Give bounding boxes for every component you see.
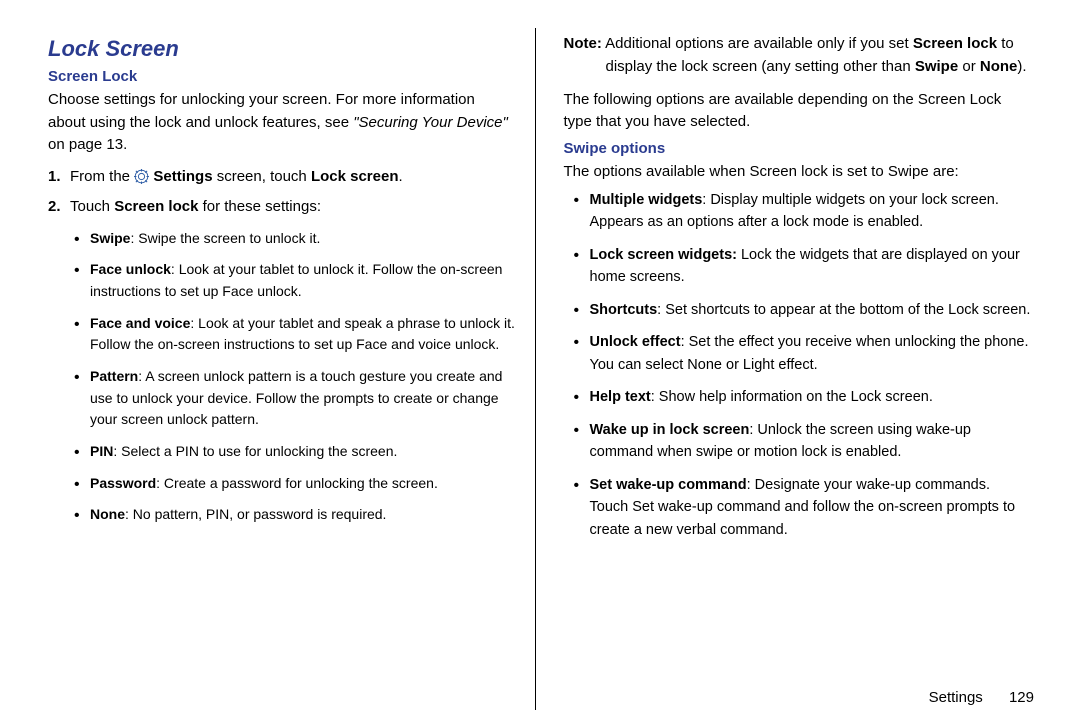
- section-title: Lock Screen: [48, 36, 517, 62]
- note-text: ).: [1017, 58, 1026, 75]
- opt-lock-screen-widgets: Lock screen widgets: Lock the widgets th…: [578, 244, 1033, 289]
- step-number: 2.: [48, 193, 70, 222]
- opt-label: Shortcuts: [590, 302, 658, 318]
- opt-label: Pattern: [90, 368, 138, 384]
- numbered-steps: 1.From the Settings screen, touch Lock s…: [48, 163, 517, 222]
- option-pin: PIN: Select a PIN to use for unlocking t…: [78, 441, 517, 463]
- swipe-options-list: Multiple widgets: Display multiple widge…: [564, 189, 1033, 541]
- option-face-voice: Face and voice: Look at your tablet and …: [78, 313, 517, 356]
- opt-label: Set wake-up command: [590, 477, 747, 493]
- opt-label: Help text: [590, 389, 651, 405]
- opt-text: : Select a PIN to use for unlocking the …: [113, 443, 397, 459]
- opt-label: Password: [90, 475, 156, 491]
- opt-label: Face and voice: [90, 315, 190, 331]
- page: Lock Screen Screen Lock Choose settings …: [0, 0, 1080, 720]
- lock-options-list: Swipe: Swipe the screen to unlock it. Fa…: [48, 228, 517, 527]
- note-bold: Screen lock: [913, 35, 997, 52]
- footer-page-number: 129: [1009, 689, 1034, 706]
- footer-section: Settings: [929, 689, 983, 706]
- opt-label: Lock screen widgets:: [590, 247, 737, 263]
- opt-shortcuts: Shortcuts: Set shortcuts to appear at th…: [578, 299, 1033, 321]
- option-password: Password: Create a password for unlockin…: [78, 473, 517, 495]
- opt-help-text: Help text: Show help information on the …: [578, 386, 1033, 408]
- step-1: 1.From the Settings screen, touch Lock s…: [70, 163, 517, 192]
- step-text-bold: Lock screen: [311, 168, 399, 185]
- option-face-unlock: Face unlock: Look at your tablet to unlo…: [78, 259, 517, 302]
- left-column: Lock Screen Screen Lock Choose settings …: [48, 28, 535, 710]
- opt-label: Swipe: [90, 230, 130, 246]
- step-text: Touch: [70, 198, 114, 215]
- step-text: .: [398, 168, 402, 185]
- swipe-intro: The options available when Screen lock i…: [564, 161, 1033, 184]
- note-bold: None: [980, 58, 1018, 75]
- step-text: screen, touch: [213, 168, 311, 185]
- note-label: Note:: [564, 35, 602, 52]
- opt-label: None: [90, 506, 125, 522]
- note-paragraph: Note: Additional options are available o…: [564, 32, 1033, 79]
- opt-set-wake-up-command: Set wake-up command: Designate your wake…: [578, 474, 1033, 541]
- opt-unlock-effect: Unlock effect: Set the effect you receiv…: [578, 331, 1033, 376]
- opt-multiple-widgets: Multiple widgets: Display multiple widge…: [578, 189, 1033, 234]
- opt-text: : Create a password for unlocking the sc…: [156, 475, 438, 491]
- opt-label: Unlock effect: [590, 334, 681, 350]
- page-footer: Settings 129: [929, 689, 1034, 706]
- opt-label: PIN: [90, 443, 113, 459]
- cross-reference: "Securing Your Device": [353, 114, 508, 131]
- opt-text: : Show help information on the Lock scre…: [651, 389, 933, 405]
- step-2: 2.Touch Screen lock for these settings:: [70, 193, 517, 222]
- opt-label: Wake up in lock screen: [590, 422, 750, 438]
- subsection-title: Screen Lock: [48, 68, 517, 85]
- swipe-options-heading: Swipe options: [564, 140, 1033, 157]
- step-text-bold: Settings: [153, 168, 212, 185]
- intro-text-part: on page 13.: [48, 136, 127, 153]
- option-none: None: No pattern, PIN, or password is re…: [78, 504, 517, 526]
- settings-gear-icon: [134, 166, 149, 181]
- note-text: Additional options are available only if…: [602, 35, 913, 52]
- step-number: 1.: [48, 163, 70, 192]
- step-text: From the: [70, 168, 134, 185]
- note-bold: Swipe: [915, 58, 958, 75]
- opt-label: Multiple widgets: [590, 192, 703, 208]
- intro-paragraph: Choose settings for unlocking your scree…: [48, 89, 517, 157]
- opt-text: : A screen unlock pattern is a touch ges…: [90, 368, 502, 427]
- opt-text: : Swipe the screen to unlock it.: [130, 230, 320, 246]
- opt-text: : Set shortcuts to appear at the bottom …: [657, 302, 1030, 318]
- opt-label: Face unlock: [90, 261, 171, 277]
- opt-text: : No pattern, PIN, or password is requir…: [125, 506, 386, 522]
- option-swipe: Swipe: Swipe the screen to unlock it.: [78, 228, 517, 250]
- note-text: or: [958, 58, 980, 75]
- right-column: Note: Additional options are available o…: [535, 28, 1043, 710]
- option-pattern: Pattern: A screen unlock pattern is a to…: [78, 366, 517, 431]
- body-paragraph: The following options are available depe…: [564, 89, 1033, 134]
- opt-wake-up-in-lock: Wake up in lock screen: Unlock the scree…: [578, 419, 1033, 464]
- step-text-bold: Screen lock: [114, 198, 198, 215]
- step-text: for these settings:: [198, 198, 321, 215]
